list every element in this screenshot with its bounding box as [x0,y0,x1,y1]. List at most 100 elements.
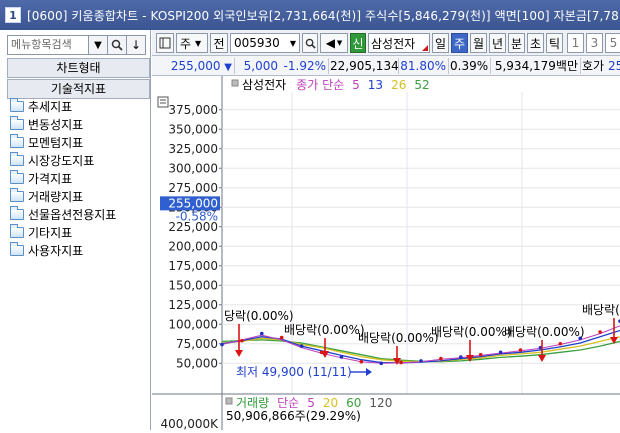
tree-item-label: 가격지표 [28,171,73,186]
price-point [399,360,403,365]
speaker-icon: ◀ [325,36,335,50]
y-tick-label: 50,000 [176,356,218,370]
volume-legend[interactable]: 거래량 단순 5 20 60 120 [236,396,392,410]
chart-state-header[interactable]: 차트형태 [7,58,150,78]
dividend-label: 배당락(0.00%) [504,325,585,339]
volume-legend-period: 120 [369,396,392,410]
down-arrow-icon: ▼ [224,62,232,73]
volume-legend-period: 20 [323,396,338,410]
chart-area[interactable]: 375,000350,000325,000300,000275,000250,0… [152,76,620,431]
folder-icon [10,169,24,184]
y-tick-label: 175,000 [168,259,218,273]
volume-value: 50,906,866주(29.29%) [226,409,361,423]
price-point [279,335,284,340]
tree-item-label: 거래량지표 [28,189,84,204]
quote-bar: 255,000 ▼ 5,000 -1.92% 22,905,134 81.80%… [152,56,620,76]
title-bar: 1 [0600] 키움종합차트 - KOSPI200 외국인보유[2,731,6… [0,0,620,30]
dividend-label: 배당락(0.00%) [358,331,439,345]
chevron-down-icon: ▼ [289,38,296,48]
stock-name-field[interactable]: 삼성전자 [368,33,430,53]
price-point [478,352,483,357]
tree-item[interactable]: 선물옵션전용지표 [7,205,150,223]
tab-count[interactable]: 1 [567,33,584,53]
window-title: [0600] 키움종합차트 - KOSPI200 외국인보유[2,731,664… [27,8,619,23]
menu-search-input[interactable]: 메뉴항목검색 [7,35,97,55]
price-point [558,341,563,346]
tree-item-label: 모멘텀지표 [28,135,84,150]
price-point [359,359,364,364]
tab-count[interactable]: 5 [605,33,620,53]
volume-legend-period: 60 [346,396,361,410]
tech-indicators-header[interactable]: 기술적지표 [7,79,150,99]
layout-button[interactable] [156,33,174,53]
folder-icon [10,241,24,256]
tree-item[interactable]: 거래량지표 [7,187,150,205]
dividend-label: 배당락(0.00%) [582,303,620,317]
tree-item[interactable]: 사용자지표 [7,241,150,259]
search-stock-button[interactable] [302,33,318,53]
chart-menu-icon[interactable] [157,96,169,108]
tree-item[interactable]: 추세지표 [7,97,150,115]
price-point [339,355,344,359]
new-badge[interactable]: 신 [350,33,366,53]
folder-icon [10,205,24,220]
change-percent: -1.92% [283,59,326,73]
tree-item-label: 선물옵션전용지표 [28,207,117,222]
prev-button[interactable]: 전 [210,33,228,53]
period-select[interactable]: 주 ▼ [176,33,208,53]
volume-legend-ma: 단순 [277,396,299,410]
dividend-arrow-head [538,355,546,362]
y-tick-label: 100,000 [168,317,218,331]
trade-amount: 5,934,179백만 [494,59,578,73]
search-button[interactable] [107,35,127,55]
folder-icon [10,223,24,238]
arrow-down-icon: ↓ [130,38,142,52]
volume-legend-name: 거래량 [236,396,269,410]
dividend-label: 당락(0.00%) [224,309,294,323]
y-tick-label: 75,000 [176,337,218,351]
price-point [299,344,304,348]
y-tick-label: 150,000 [168,278,218,292]
tab-period[interactable]: 틱 [546,33,563,53]
tree-item[interactable]: 시장강도지표 [7,151,150,169]
y-tick-label: 375,000 [168,103,218,117]
sound-button[interactable]: ◀ ▼ [320,33,348,53]
price-point [240,338,244,343]
tab-period[interactable]: 일 [432,33,449,53]
legend-bullet [225,397,233,405]
layout-icon [159,37,171,49]
legend-stock-name: 삼성전자 [242,78,286,92]
tab-period[interactable]: 월 [470,33,487,53]
chevron-down-icon: ▼ [195,38,202,48]
price-legend[interactable]: 삼성전자 종가 단순 5 13 26 52 [242,78,430,92]
dividend-arrow-head [235,350,243,357]
legend-ma-period: 26 [391,78,406,92]
tree-item[interactable]: 기타지표 [7,223,150,241]
chevron-down-icon: ▼ [94,39,102,51]
dividend-label: 배당락(0.00%) [284,323,365,337]
folder-icon [10,187,24,202]
search-dropdown-button[interactable]: ▼ [88,35,108,55]
tab-period[interactable]: 년 [489,33,506,53]
download-button[interactable]: ↓ [126,35,146,55]
tab-period[interactable]: 주 [451,33,468,53]
current-price-label: 255,000 [168,196,218,210]
tree-item[interactable]: 가격지표 [7,169,150,187]
price-point [379,361,383,366]
tree-item[interactable]: 모멘텀지표 [7,133,150,151]
y-tick-label: 325,000 [168,142,218,156]
chevron-down-icon: ▼ [336,39,343,47]
legend-ma-period: 5 [352,78,360,92]
price-chart-svg[interactable]: 375,000350,000325,000300,000275,000250,0… [152,76,620,431]
tab-period[interactable]: 분 [508,33,525,53]
stock-code-input[interactable]: 005930 ▼ [230,33,300,53]
y-tick-label: 350,000 [168,122,218,136]
tab-count[interactable]: 3 [586,33,603,53]
tree-item-label: 시장강도지표 [28,153,95,168]
hoga-label[interactable]: 호가 [582,58,604,74]
y-tick-label: 125,000 [168,298,218,312]
price-point [220,342,224,347]
tab-period[interactable]: 초 [527,33,544,53]
trade-volume: 22,905,134 [330,59,399,73]
tree-item[interactable]: 변동성지표 [7,115,150,133]
